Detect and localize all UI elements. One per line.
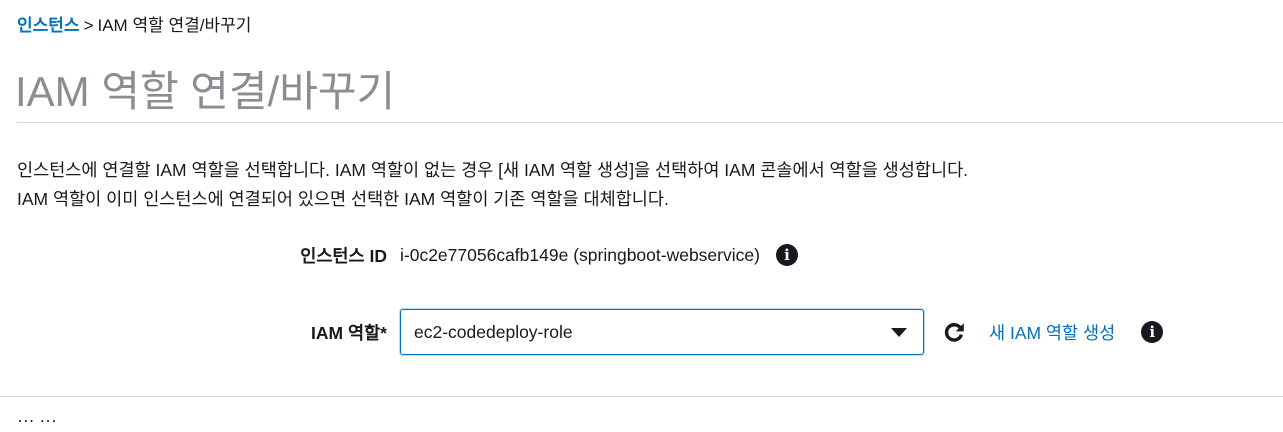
instance-id-value: i-0c2e77056cafb149e (springboot-webservi… — [400, 244, 760, 265]
title-divider — [17, 122, 1283, 123]
iam-role-select-value: ec2-codedeploy-role — [414, 321, 573, 342]
info-icon[interactable]: i — [1141, 321, 1164, 343]
create-iam-role-link[interactable]: 새 IAM 역할 생성 — [989, 320, 1115, 345]
description-line-2: IAM 역할이 이미 인스턴스에 연결되어 있으면 선택한 IAM 역할이 기존… — [17, 189, 669, 209]
info-icon[interactable]: i — [775, 244, 798, 266]
iam-role-row: IAM 역할* ec2-codedeploy-role 새 IAM 역할 생성 … — [0, 308, 1164, 356]
iam-role-label: IAM 역할* — [311, 322, 387, 343]
page-title: IAM 역할 연결/바꾸기 — [15, 68, 396, 115]
breadcrumb-link-instances[interactable]: 인스턴스 — [17, 16, 80, 35]
instance-id-row: 인스턴스 ID i-0c2e77056cafb149e (springboot-… — [0, 240, 798, 270]
description-line-1: 인스턴스에 연결할 IAM 역할을 선택합니다. IAM 역할이 없는 경우 [… — [17, 160, 969, 180]
refresh-icon[interactable] — [941, 319, 967, 345]
caret-down-icon[interactable] — [891, 327, 907, 337]
breadcrumb-current: IAM 역할 연결/바꾸기 — [97, 16, 252, 35]
description: 인스턴스에 연결할 IAM 역할을 선택합니다. IAM 역할이 없는 경우 [… — [17, 156, 1272, 214]
instance-id-label: 인스턴스 ID — [300, 245, 387, 266]
iam-role-select[interactable]: ec2-codedeploy-role — [400, 309, 924, 355]
breadcrumb: 인스턴스 > IAM 역할 연결/바꾸기 — [17, 14, 251, 38]
breadcrumb-separator: > — [83, 16, 94, 35]
clipped-footer-text: ··· ··· — [17, 410, 57, 430]
section-divider — [0, 396, 1283, 397]
